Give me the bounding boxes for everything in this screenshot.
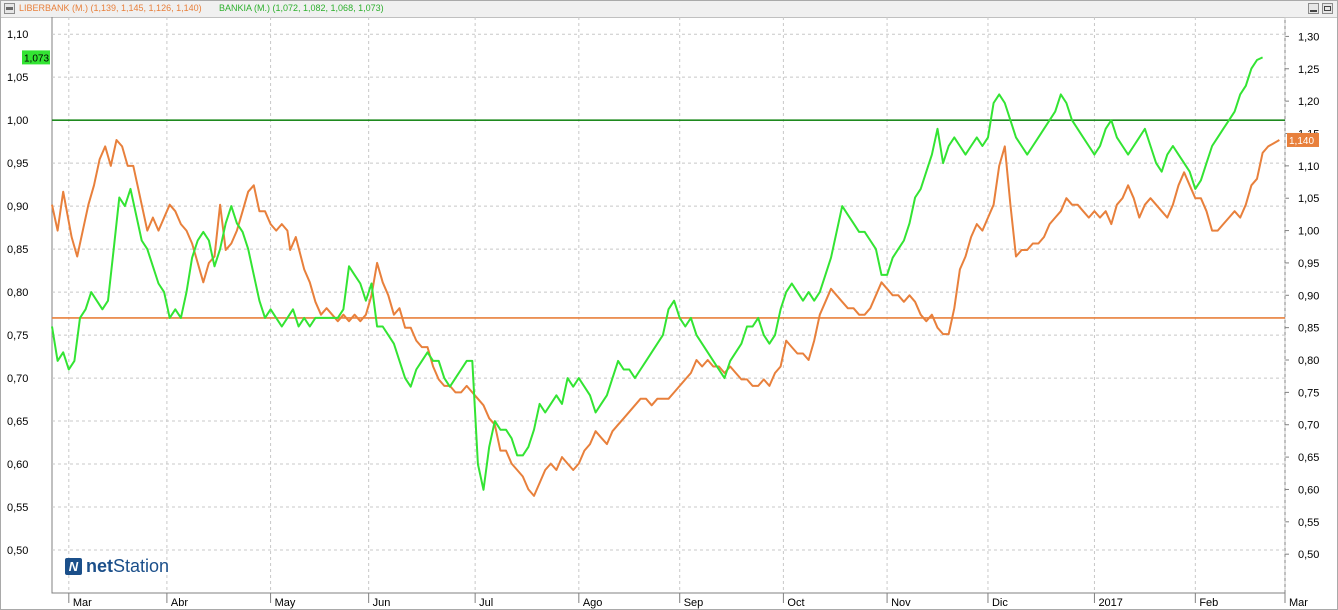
x-axis-tick-label: Jun: [373, 597, 391, 609]
plot-area: [51, 17, 1286, 594]
left-axis-tick-label: 0,60: [7, 459, 28, 471]
right-axis-tick-label: 0,90: [1298, 290, 1319, 302]
right-axis-tick-label: 0,60: [1298, 484, 1319, 496]
price-chart: 0,50 0,55 0,60 0,65 0,70 0,75 0,80 0,85 0,90 0,95…: [7, 17, 1319, 609]
right-axis-tick-label: 1,05: [1298, 193, 1319, 205]
right-axis-tick-label: 0,85: [1298, 323, 1319, 335]
x-axis-tick-label: 2017: [1098, 597, 1122, 609]
right-axis-tick-label: 0,70: [1298, 420, 1319, 432]
last-value-tag-bankia-label: 1,073: [24, 53, 49, 64]
x-axis-tick-label: Abr: [171, 597, 188, 609]
left-axis-tick-label: 0,50: [7, 545, 28, 557]
legend-liberbank: LIBERBANK (M.) (1,139, 1,145, 1,126, 1,1…: [19, 3, 202, 13]
chart-titlebar: LIBERBANK (M.) (1,139, 1,145, 1,126, 1,1…: [1, 1, 1337, 18]
right-axis-tick-label: 1,00: [1298, 226, 1319, 238]
right-axis-tick-label: 1,25: [1298, 64, 1319, 76]
netstation-logo-icon: N: [65, 558, 82, 575]
left-axis-tick-label: 0,90: [7, 201, 28, 213]
netstation-logo-text: netStation: [86, 556, 169, 577]
x-axis-tick-label: Sep: [684, 597, 704, 609]
right-axis-tick-label: 0,75: [1298, 387, 1319, 399]
restore-icon[interactable]: [1322, 3, 1333, 14]
x-axis-tick-label: May: [275, 597, 296, 609]
right-axis-tick-label: 1,30: [1298, 31, 1319, 43]
left-axis-tick-label: 0,55: [7, 502, 28, 514]
legend-bankia: BANKIA (M.) (1,072, 1,082, 1,068, 1,073): [219, 3, 384, 13]
left-axis-tick-label: 0,75: [7, 330, 28, 342]
left-axis-tick-label: 0,70: [7, 373, 28, 385]
right-axis-tick-label: 1,10: [1298, 161, 1319, 173]
left-axis-tick-label: 0,80: [7, 287, 28, 299]
x-axis-tick-label: Feb: [1199, 597, 1218, 609]
minimize-icon[interactable]: [1308, 3, 1319, 14]
right-axis-tick-label: 0,50: [1298, 549, 1319, 561]
x-axis-tick-label: Ago: [583, 597, 603, 609]
logo-text-suffix: Station: [113, 556, 170, 576]
left-axis-tick-label: 0,95: [7, 158, 28, 170]
left-axis-tick-label: 0,85: [7, 244, 28, 256]
right-axis-tick-label: 0,65: [1298, 452, 1319, 464]
x-axis-tick-label: Oct: [787, 597, 804, 609]
chart-window: LIBERBANK (M.) (1,139, 1,145, 1,126, 1,1…: [0, 0, 1338, 610]
x-axis-tick-label: Nov: [891, 597, 911, 609]
window-menu-icon[interactable]: [4, 3, 15, 14]
left-axis-tick-label: 1,00: [7, 115, 28, 127]
left-axis-tick-label: 1,10: [7, 29, 28, 41]
left-axis-tick-label: 0,65: [7, 416, 28, 428]
x-axis-tick-label: Dic: [992, 597, 1008, 609]
right-axis-tick-label: 1,20: [1298, 96, 1319, 108]
right-axis-tick-label: 0,95: [1298, 258, 1319, 270]
right-axis-tick-label: 0,80: [1298, 355, 1319, 367]
x-axis-tick-label: Mar: [1289, 597, 1308, 609]
left-axis-tick-label: 1,05: [7, 72, 28, 84]
last-value-tag-liberbank-label: 1,140: [1289, 136, 1314, 147]
x-axis-tick-label: Mar: [73, 597, 92, 609]
right-axis-tick-label: 0,55: [1298, 517, 1319, 529]
x-axis-tick-label: Jul: [479, 597, 493, 609]
logo-text-prefix: net: [86, 556, 113, 576]
